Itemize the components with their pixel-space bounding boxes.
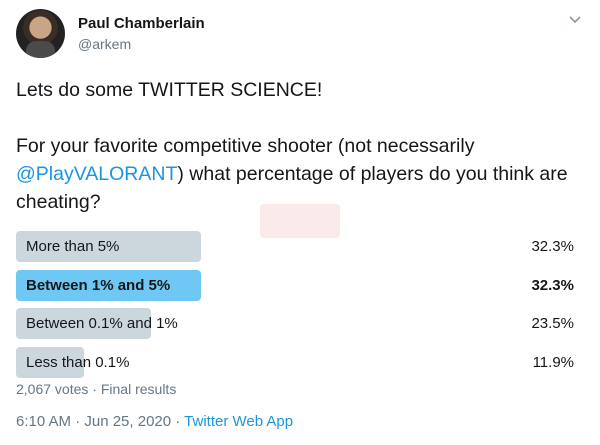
poll-status: Final results xyxy=(100,381,177,397)
poll-meta: 2,067 votes · Final results xyxy=(16,381,176,397)
poll-option: More than 5% 32.3% xyxy=(16,231,582,262)
avatar-shirt xyxy=(26,41,55,58)
source-app-link[interactable]: Twitter Web App xyxy=(184,413,293,430)
poll-option: Between 0.1% and 1% 23.5% xyxy=(16,308,582,339)
chevron-down-icon[interactable] xyxy=(568,15,582,25)
tweet-timestamp[interactable]: 6:10 AM · Jun 25, 2020 xyxy=(16,413,171,430)
poll-option-label: Less than 0.1% xyxy=(26,353,130,371)
question-text-part1: For your favorite competitive shooter (n… xyxy=(16,135,475,157)
author-name[interactable]: Paul Chamberlain xyxy=(78,15,205,32)
meta-separator: · xyxy=(88,381,101,397)
tweet-header: Paul Chamberlain @arkem xyxy=(16,9,584,59)
poll-option: Less than 0.1% 11.9% xyxy=(16,346,582,378)
poll-option: Between 1% and 5% 32.3% xyxy=(16,269,582,301)
poll-option-label: Between 0.1% and 1% xyxy=(26,315,178,332)
poll-option-percent: 23.5% xyxy=(531,315,574,332)
author-handle[interactable]: @arkem xyxy=(78,36,131,52)
poll-option-percent: 32.3% xyxy=(531,276,574,294)
poll: More than 5% 32.3% Between 1% and 5% 32.… xyxy=(16,231,582,385)
poll-option-percent: 32.3% xyxy=(531,238,574,255)
poll-votes: 2,067 votes xyxy=(16,381,89,397)
poll-option-percent: 11.9% xyxy=(532,353,574,371)
footer-separator: · xyxy=(171,413,185,430)
poll-option-label: More than 5% xyxy=(26,238,120,255)
mention-link[interactable]: @PlayVALORANT xyxy=(16,163,177,185)
tweet-text-line1: Lets do some TWITTER SCIENCE! xyxy=(16,79,323,101)
tweet-footer: 6:10 AM · Jun 25, 2020 · Twitter Web App xyxy=(16,413,293,430)
poll-option-label: Between 1% and 5% xyxy=(26,276,171,294)
avatar[interactable] xyxy=(16,9,65,58)
